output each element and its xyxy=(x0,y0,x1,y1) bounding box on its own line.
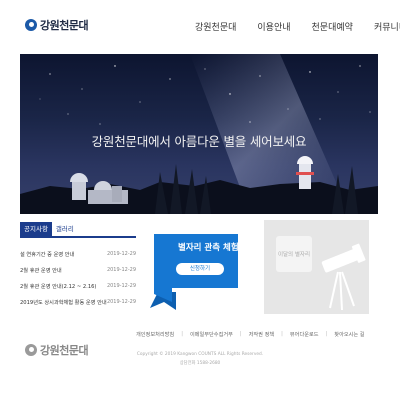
news-date: 2019-12-29 xyxy=(106,299,136,305)
constellation-card[interactable]: 이달의 별자리 xyxy=(264,220,369,314)
list-item[interactable]: 2월 휴관 운영 안내 2019-12-29 xyxy=(20,262,136,278)
footer-link-privacy[interactable]: 개인정보처리방침 xyxy=(136,331,174,338)
stargazing-banner[interactable]: 별자리 관측 체험 신청하기 xyxy=(150,226,242,310)
news-tabs: 공지사항 갤러리 xyxy=(20,222,136,238)
divider: | xyxy=(325,331,328,337)
news-title: 2월 휴관 운영 안내(2.12 ~ 2.16) xyxy=(20,283,97,290)
banner-title: 별자리 관측 체험 xyxy=(178,243,239,253)
news-panel: 공지사항 갤러리 설 연휴기간 중 운영 안내 2019-12-29 2월 휴관… xyxy=(20,222,136,310)
news-date: 2019-12-29 xyxy=(106,267,136,273)
logo-text: 강원천문대 xyxy=(40,19,89,32)
footer-link-email[interactable]: 이메일무단수집거부 xyxy=(190,331,233,338)
footer-link-viewer[interactable]: 뷰어다운로드 xyxy=(290,331,319,338)
divider: | xyxy=(181,331,183,337)
news-list: 설 연휴기간 중 운영 안내 2019-12-29 2월 휴관 운영 안내 20… xyxy=(20,246,136,310)
news-title: 2월 휴관 운영 안내 xyxy=(20,267,62,274)
main-nav: 강원천문대 이용안내 천문대예약 커뮤니티 xyxy=(195,20,400,33)
news-date: 2019-12-29 xyxy=(106,251,136,257)
nav-item-guide[interactable]: 이용안내 xyxy=(257,20,290,33)
site-header: 강원천문대 강원천문대 이용안내 천문대예약 커뮤니티 xyxy=(0,0,400,52)
news-date: 2019-12-29 xyxy=(106,283,136,289)
nav-item-about[interactable]: 강원천문대 xyxy=(195,20,236,33)
tab-gallery[interactable]: 갤러리 xyxy=(52,222,78,236)
list-item[interactable]: 설 연휴기간 중 운영 안내 2019-12-29 xyxy=(20,246,136,262)
hero-caption: 강원천문대에서 아름다운 별을 세어보세요 xyxy=(91,134,307,149)
divider: | xyxy=(239,331,242,337)
footer-links: 개인정보처리방침 | 이메일무단수집거부 | 저작권 정책 | 뷰어다운로드 |… xyxy=(136,331,365,338)
logo-icon xyxy=(25,19,37,31)
apply-button[interactable]: 신청하기 xyxy=(176,263,224,275)
telescope-icon xyxy=(321,243,366,311)
footer-link-directions[interactable]: 찾아오시는 길 xyxy=(334,331,364,338)
nav-item-reservation[interactable]: 천문대예약 xyxy=(312,20,353,33)
copyright-text: Copyright © 2019 Kangwon COUNTS ALL Righ… xyxy=(136,352,264,357)
list-item[interactable]: 2019년도 상시과학체험 활동 운영 안내 2019-12-29 xyxy=(20,294,136,310)
list-item[interactable]: 2월 휴관 운영 안내(2.12 ~ 2.16) 2019-12-29 xyxy=(20,278,136,294)
tab-notices[interactable]: 공지사항 xyxy=(20,222,52,236)
news-title: 2019년도 상시과학체험 활동 운영 안내 xyxy=(20,299,107,306)
divider: | xyxy=(281,331,283,337)
news-title: 설 연휴기간 중 운영 안내 xyxy=(20,251,75,258)
site-logo[interactable]: 강원천문대 xyxy=(25,17,89,33)
observatory-left xyxy=(70,173,128,204)
footer-link-copyright[interactable]: 저작권 정책 xyxy=(249,331,275,338)
phone-text: 상담전화 1588-2680 xyxy=(179,361,221,366)
nav-item-community[interactable]: 커뮤니티 xyxy=(374,20,400,33)
hero-banner: 강원천문대에서 아름다운 별을 세어보세요 xyxy=(20,54,378,214)
